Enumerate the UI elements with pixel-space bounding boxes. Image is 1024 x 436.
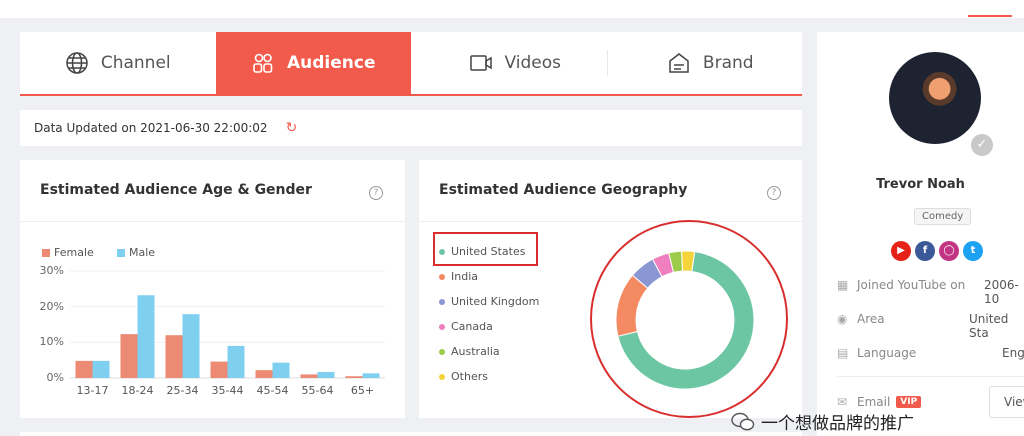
bar-female-18-24[interactable] bbox=[120, 334, 138, 378]
tab-audience[interactable]: Audience bbox=[215, 32, 411, 94]
tab-channel[interactable]: Channel bbox=[20, 32, 216, 94]
tab-brand[interactable]: Brand bbox=[606, 32, 803, 94]
bar-male-65+[interactable] bbox=[362, 373, 380, 378]
area-row: ◉ Area bbox=[837, 312, 885, 326]
x-tick-label: 65+ bbox=[351, 384, 374, 397]
tab-label: Audience bbox=[287, 53, 376, 73]
youtube-icon[interactable]: ▶ bbox=[891, 241, 911, 261]
language-label: Language bbox=[857, 346, 917, 360]
bar-female-55-64[interactable] bbox=[300, 374, 318, 378]
envelope-icon: ✉ bbox=[837, 395, 848, 409]
bar-male-18-24[interactable] bbox=[137, 295, 155, 378]
bar-female-35-44[interactable] bbox=[210, 361, 228, 378]
tab-videos[interactable]: Videos bbox=[411, 32, 607, 94]
category-badge: Comedy bbox=[914, 208, 972, 225]
instagram-icon[interactable]: ◯ bbox=[939, 241, 959, 261]
twitter-icon[interactable]: t bbox=[963, 241, 983, 261]
language-row: ▤ Language bbox=[837, 346, 916, 360]
channel-name: Trevor Noah bbox=[876, 177, 965, 192]
x-tick-label: 25-34 bbox=[167, 384, 199, 397]
data-updated-bar: Data Updated on 2021-06-30 22:00:02 ↻ bbox=[20, 110, 802, 146]
video-camera-icon bbox=[469, 55, 492, 71]
language-icon: ▤ bbox=[837, 346, 849, 360]
users-icon bbox=[253, 53, 273, 73]
brand-box-icon bbox=[669, 53, 689, 73]
age-gender-chart: 13-17 18-24 25-34 35-44 45-54 55-64 65+ bbox=[70, 270, 385, 397]
email-row: ✉ Email VIP bbox=[837, 395, 922, 409]
watermark: 一个想做品牌的推广 bbox=[731, 409, 914, 434]
watermark-text: 一个想做品牌的推广 bbox=[761, 414, 914, 434]
vip-badge: VIP bbox=[896, 396, 922, 408]
bar-female-65+[interactable] bbox=[345, 376, 363, 378]
location-pin-icon: ◉ bbox=[837, 312, 848, 326]
data-updated-text: Data Updated on 2021-06-30 22:00:02 bbox=[34, 121, 268, 135]
profile-panel: ✓ Trevor Noah Comedy ▶ f ◯ t ▦ Joined Yo… bbox=[817, 32, 1024, 436]
facebook-icon[interactable]: f bbox=[915, 241, 935, 261]
joined-row: ▦ Joined YouTube on bbox=[837, 278, 965, 292]
email-label: Email bbox=[857, 395, 891, 409]
joined-label: Joined YouTube on bbox=[857, 278, 966, 292]
area-label: Area bbox=[857, 312, 885, 326]
top-bar bbox=[0, 0, 1024, 18]
area-value: United Sta bbox=[969, 312, 1009, 340]
highlight-box bbox=[433, 232, 538, 266]
bar-male-55-64[interactable] bbox=[317, 371, 335, 378]
joined-value: 2006-10 bbox=[984, 278, 1019, 306]
avatar bbox=[889, 52, 981, 144]
bar-female-25-34[interactable] bbox=[165, 335, 183, 378]
x-tick-label: 13-17 bbox=[77, 384, 109, 397]
social-links: ▶ f ◯ t bbox=[891, 241, 983, 261]
x-tick-label: 45-54 bbox=[257, 384, 289, 397]
bar-female-13-17[interactable] bbox=[75, 360, 93, 378]
bar-male-35-44[interactable] bbox=[227, 345, 245, 378]
tab-label: Channel bbox=[100, 53, 171, 73]
highlight-circle bbox=[590, 220, 788, 418]
wechat-icon bbox=[731, 412, 755, 430]
calendar-icon: ▦ bbox=[837, 278, 849, 292]
refresh-icon[interactable]: ↻ bbox=[286, 120, 298, 136]
tab-label: Brand bbox=[702, 53, 754, 73]
language-value: Eng bbox=[1002, 346, 1024, 360]
view-email-button[interactable]: View bbox=[989, 386, 1024, 418]
x-tick-label: 18-24 bbox=[122, 384, 154, 397]
top-nav-indicator bbox=[968, 15, 1012, 17]
tab-divider bbox=[606, 50, 608, 76]
bar-male-45-54[interactable] bbox=[272, 362, 290, 378]
next-panel bbox=[20, 432, 802, 436]
bar-male-13-17[interactable] bbox=[92, 360, 110, 378]
divider bbox=[837, 376, 1024, 377]
age-gender-panel: Estimated Audience Age & Gender ? Female… bbox=[20, 160, 405, 418]
globe-icon bbox=[66, 52, 88, 74]
x-tick-label: 35-44 bbox=[212, 384, 244, 397]
verified-check-icon: ✓ bbox=[969, 132, 995, 158]
x-tick-label: 55-64 bbox=[302, 384, 334, 397]
tab-bar: Channel Audience Videos Brand bbox=[20, 32, 802, 96]
tab-label: Videos bbox=[504, 53, 562, 73]
bar-female-45-54[interactable] bbox=[255, 370, 273, 378]
bar-male-25-34[interactable] bbox=[182, 314, 200, 378]
